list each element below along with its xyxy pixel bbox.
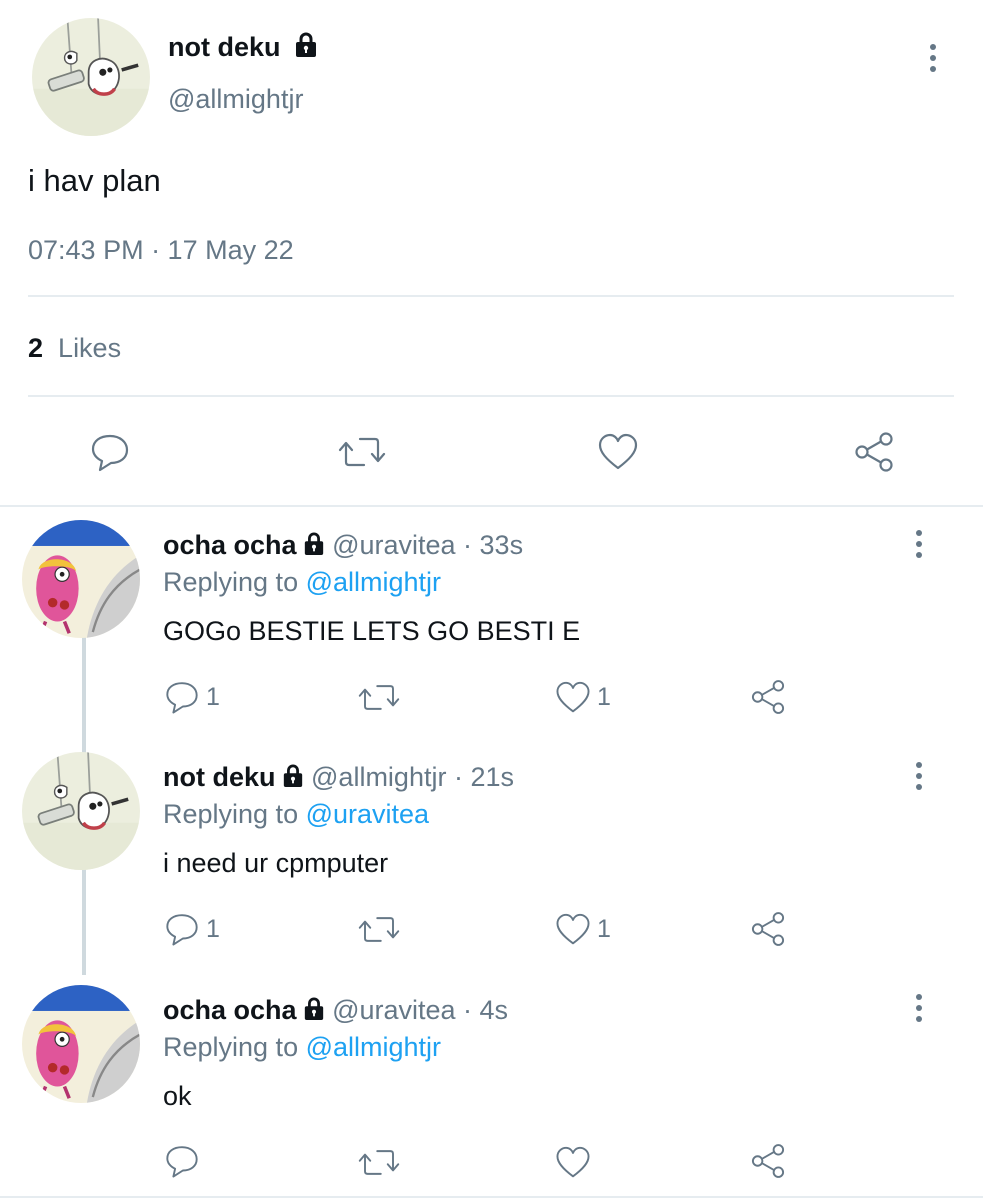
tweet-timestamp[interactable]: 07:43 PM · 17 May 22: [28, 235, 294, 266]
reply-text: ok: [163, 1081, 192, 1111]
avatar-image: [22, 520, 140, 638]
avatar-image: [32, 18, 150, 136]
replying-to-link[interactable]: @allmightjr: [306, 567, 441, 597]
more-options-icon[interactable]: [912, 530, 926, 558]
reply-count: 1: [206, 683, 220, 711]
reply-age: · 33s: [463, 530, 524, 560]
replying-to: Replying to @allmightjr: [163, 1032, 441, 1063]
author-name[interactable]: not deku: [168, 32, 318, 63]
reply-text: GOGo BESTIE LETS GO BESTI E: [163, 616, 581, 646]
tweet-text: i hav plan: [28, 163, 161, 198]
more-options-icon[interactable]: [912, 762, 926, 790]
replying-to-prefix: Replying to: [163, 567, 299, 597]
reply-author-name[interactable]: ocha ocha: [163, 530, 297, 560]
reply-author-handle[interactable]: @uravitea: [332, 530, 455, 560]
reply-avatar[interactable]: [22, 985, 140, 1103]
reply-header: ocha ocha @uravitea · 4s: [163, 995, 508, 1026]
reply-avatar[interactable]: [22, 520, 140, 638]
lock-icon: [303, 997, 325, 1021]
retweet-icon[interactable]: [338, 432, 386, 472]
reply-age: · 4s: [463, 995, 509, 1025]
reply-icon[interactable]: [88, 430, 132, 474]
likes-count: 2: [28, 333, 44, 363]
retweet-icon[interactable]: [358, 1145, 400, 1180]
heart-icon[interactable]: [554, 680, 592, 715]
heart-icon[interactable]: [596, 432, 640, 472]
replying-to-prefix: Replying to: [163, 799, 299, 829]
retweet-icon[interactable]: [358, 912, 400, 947]
reply-author-name[interactable]: ocha ocha: [163, 995, 297, 1025]
reply-icon[interactable]: [163, 910, 201, 948]
replying-to: Replying to @allmightjr: [163, 567, 441, 598]
lock-icon: [294, 32, 318, 58]
avatar-image: [22, 985, 140, 1103]
reply-icon[interactable]: [163, 678, 201, 716]
reply-count: 1: [206, 915, 220, 943]
likes-stat[interactable]: 2 Likes: [28, 333, 121, 364]
author-handle[interactable]: @allmightjr: [168, 84, 303, 115]
more-options-icon[interactable]: [926, 44, 940, 72]
bottom-divider: [0, 1196, 983, 1198]
divider: [28, 295, 954, 297]
reply-author-handle[interactable]: @uravitea: [332, 995, 455, 1025]
reply-author-name[interactable]: not deku: [163, 762, 276, 792]
lock-icon: [282, 764, 304, 788]
share-icon[interactable]: [749, 1142, 787, 1180]
replying-to: Replying to @uravitea: [163, 799, 429, 830]
replying-to-prefix: Replying to: [163, 1032, 299, 1062]
reply-age: · 21s: [453, 762, 514, 792]
retweet-icon[interactable]: [358, 680, 400, 715]
reply-avatar[interactable]: [22, 752, 140, 870]
replying-to-link[interactable]: @allmightjr: [306, 1032, 441, 1062]
share-icon[interactable]: [749, 910, 787, 948]
reply-header: not deku @allmightjr · 21s: [163, 762, 514, 793]
share-icon[interactable]: [749, 678, 787, 716]
heart-icon[interactable]: [554, 1145, 592, 1180]
share-icon[interactable]: [852, 430, 896, 474]
avatar-image: [22, 752, 140, 870]
replying-to-link[interactable]: @uravitea: [306, 799, 429, 829]
reply-header: ocha ocha @uravitea · 33s: [163, 530, 523, 561]
like-count: 1: [597, 683, 611, 711]
author-name-text: not deku: [168, 32, 281, 62]
lock-icon: [303, 532, 325, 556]
divider: [28, 395, 954, 397]
reply-icon[interactable]: [163, 1142, 201, 1180]
section-divider: [0, 505, 983, 507]
likes-label: Likes: [58, 333, 122, 363]
like-count: 1: [597, 915, 611, 943]
author-avatar[interactable]: [32, 18, 150, 136]
reply-author-handle[interactable]: @allmightjr: [311, 762, 446, 792]
reply-text: i need ur cpmputer: [163, 848, 389, 878]
heart-icon[interactable]: [554, 912, 592, 947]
more-options-icon[interactable]: [912, 994, 926, 1022]
